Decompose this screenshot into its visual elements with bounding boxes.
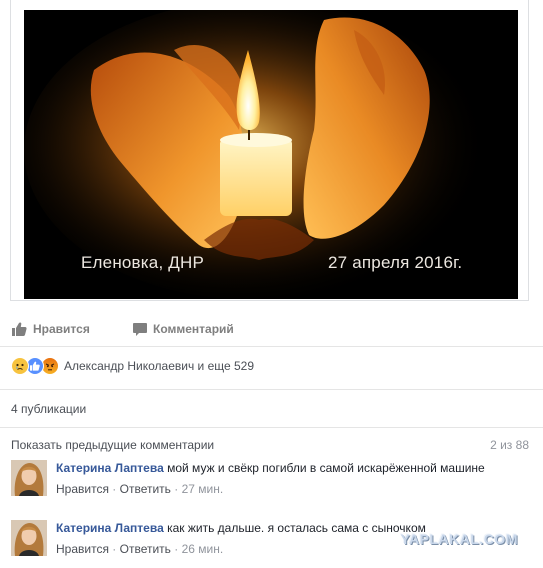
comment-body: Катерина Лаптева мой муж и свёкр погибли… [56, 460, 496, 496]
post-photo[interactable]: Еленовка, ДНР 27 апреля 2016г. [24, 10, 518, 299]
comment-text-line: Катерина Лаптева мой муж и свёкр погибли… [56, 460, 496, 476]
divider [0, 389, 543, 390]
comment-reply-link[interactable]: Ответить [120, 542, 171, 556]
comment-button[interactable]: Комментарий [133, 322, 234, 336]
separator-dot: · [112, 542, 120, 556]
comments-count: 2 из 88 [490, 438, 529, 452]
comment-button-label: Комментарий [153, 322, 234, 336]
comment-author[interactable]: Катерина Лаптева [56, 521, 164, 535]
comment-text: как жить дальше. я осталась сама с сыноч… [167, 521, 426, 535]
photo-caption-date: 27 апреля 2016г. [328, 253, 463, 272]
comment-timestamp[interactable]: 26 мин. [182, 542, 224, 556]
comment-author[interactable]: Катерина Лаптева [56, 461, 164, 475]
photo-caption-place: Еленовка, ДНР [81, 253, 205, 272]
comment-like-link[interactable]: Нравится [56, 482, 109, 496]
comment-like-link[interactable]: Нравится [56, 542, 109, 556]
comment-reply-link[interactable]: Ответить [120, 482, 171, 496]
reactors-text[interactable]: Александр Николаевич и еще 529 [64, 359, 254, 373]
reactions-summary[interactable]: Александр Николаевич и еще 529 [11, 357, 254, 375]
like-button-label: Нравится [33, 322, 90, 336]
sad-reaction-icon [11, 357, 29, 375]
shares-link[interactable]: 4 публикации [11, 402, 86, 416]
separator-dot: · [112, 482, 120, 496]
comment-bubble-icon [133, 322, 147, 336]
post-photo-frame: Еленовка, ДНР 27 апреля 2016г. [10, 0, 529, 301]
site-watermark: YAPLAKAL.COM [400, 531, 518, 547]
separator-dot: · [174, 542, 182, 556]
comment-text: мой муж и свёкр погибли в самой искарёже… [167, 461, 485, 475]
thumbs-up-icon [12, 322, 27, 336]
like-button[interactable]: Нравится [12, 322, 90, 336]
show-previous-comments-link[interactable]: Показать предыдущие комментарии [11, 438, 214, 452]
post-action-bar: Нравится Комментарий [0, 310, 543, 347]
avatar[interactable] [11, 460, 47, 496]
comment-timestamp[interactable]: 27 мин. [182, 482, 224, 496]
comment-meta: Нравится · Ответить · 27 мин. [56, 482, 496, 496]
divider [0, 427, 543, 428]
avatar[interactable] [11, 520, 47, 556]
separator-dot: · [174, 482, 182, 496]
